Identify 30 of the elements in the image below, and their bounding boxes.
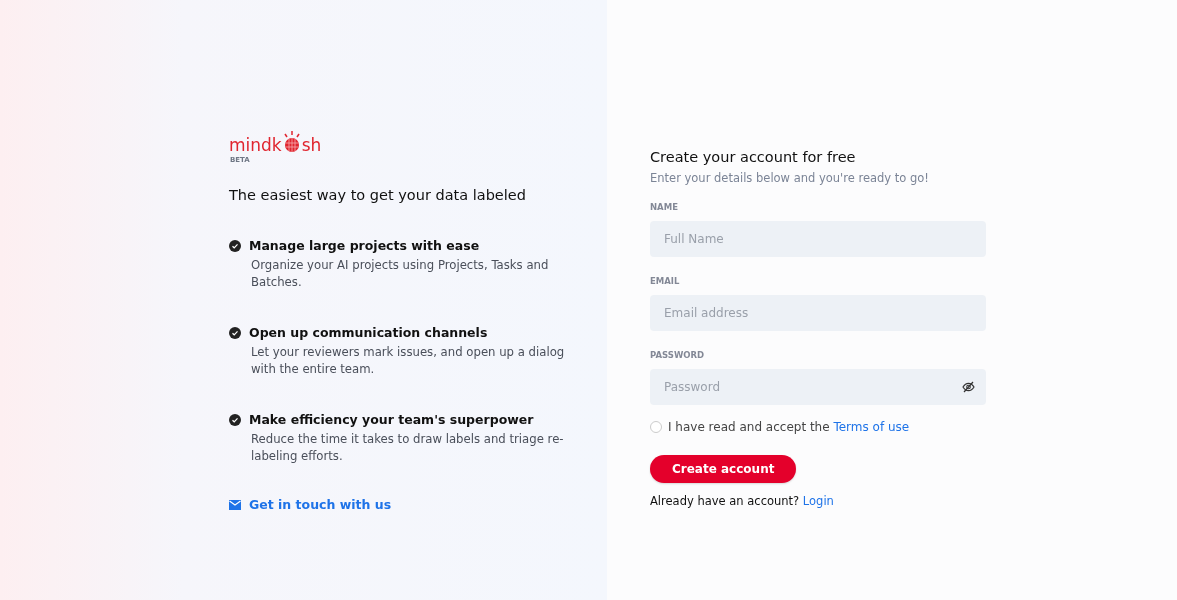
check-circle-icon — [229, 327, 241, 339]
field-label: NAME — [650, 202, 679, 212]
tagline: The easiest way to get your data labeled — [229, 187, 527, 203]
field-label: EMAIL — [650, 276, 681, 286]
logo-text: mindk — [229, 135, 282, 155]
form-subtitle: Enter your details below and you're ready to go! — [650, 171, 930, 185]
feature-title: Manage large projects with ease — [249, 237, 481, 254]
terms-text: I have read and accept the Terms of use — [668, 420, 910, 434]
feature-title: Make efficiency your team's superpower — [249, 411, 535, 428]
logo-text: sh — [301, 135, 322, 155]
check-circle-icon — [229, 414, 241, 426]
terms-checkbox[interactable] — [650, 421, 662, 433]
feature-description: Let your reviewers mark issues, and open up a dialog with the entire team. — [251, 344, 566, 378]
contact-link[interactable]: Get in touch with us — [229, 497, 392, 512]
eye-slash-icon[interactable] — [962, 381, 975, 393]
mail-icon — [229, 499, 241, 510]
form-title: Create your account for free — [650, 149, 857, 165]
input-field[interactable]: Password — [650, 369, 986, 405]
check-circle-icon — [229, 240, 241, 252]
input-field[interactable]: Email address — [650, 295, 986, 331]
feature-title: Open up communication channels — [249, 324, 489, 341]
create-account-button[interactable]: Create account — [650, 455, 797, 483]
brain-icon — [282, 131, 301, 153]
input-field[interactable]: Full Name — [650, 221, 986, 257]
login-prompt: Already have an account? Login — [650, 494, 835, 508]
field-label: PASSWORD — [650, 350, 706, 360]
feature-description: Organize your AI projects using Projects, Tasks and Batches. — [251, 257, 550, 291]
login-link[interactable]: Login — [802, 494, 834, 508]
terms-link[interactable]: Terms of use — [833, 420, 910, 434]
feature-description: Reduce the time it takes to draw labels and triage re-labeling efforts. — [251, 431, 565, 465]
